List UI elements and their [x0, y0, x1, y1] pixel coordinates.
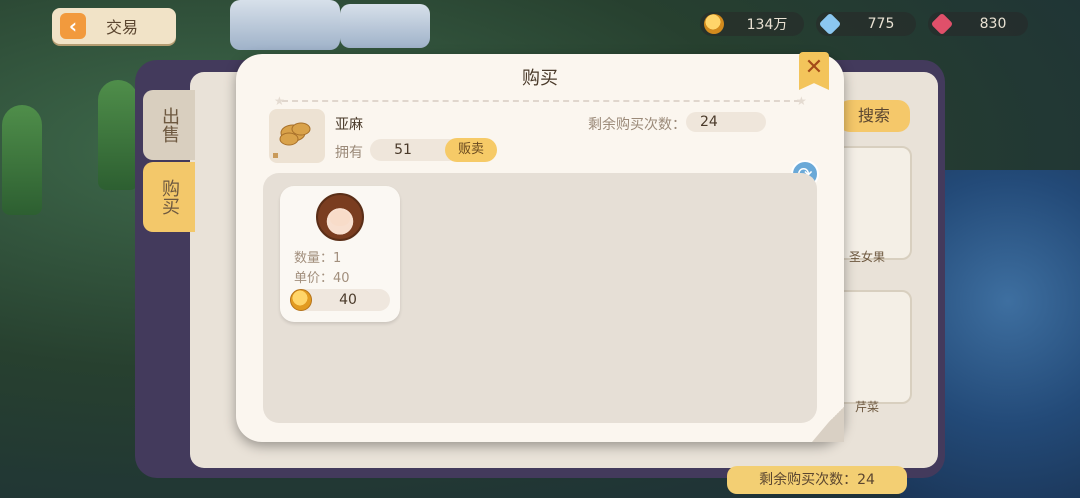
flax-icon — [273, 122, 311, 158]
gem-value: 775 — [867, 16, 895, 32]
back-button[interactable]: ‹ 交易 — [52, 8, 176, 44]
title-divider — [282, 100, 800, 102]
ruby-value: 830 — [979, 16, 1007, 32]
ruby-icon — [930, 12, 954, 36]
listing-unit-price: 单价：40 — [294, 271, 350, 286]
gold-value: 134万 — [746, 17, 788, 33]
gold-counter: 134万 — [700, 12, 804, 36]
background-stall — [340, 4, 430, 48]
tab-sell[interactable]: 出售 — [143, 90, 195, 160]
back-arrow-icon: ‹ — [60, 13, 86, 39]
back-label: 交易 — [106, 18, 139, 37]
background-stall — [230, 0, 340, 50]
diamond-icon — [818, 12, 842, 36]
star-icon: ★ — [796, 94, 807, 108]
owned-label: 拥有 — [335, 145, 363, 161]
tab-buy[interactable]: 购买 — [143, 162, 195, 232]
background-tree — [2, 105, 42, 215]
listing-total-price: 40 — [339, 292, 357, 308]
owned-value: 51 — [394, 142, 412, 158]
star-icon: ★ — [274, 94, 285, 108]
remaining-purchases-label: 剩余购买次数： — [588, 117, 686, 133]
gold-coin-icon — [704, 14, 724, 34]
listing-quantity: 数量：1 — [294, 251, 342, 266]
dialog-title: 购买 — [522, 68, 558, 89]
search-button[interactable]: 搜索 — [838, 100, 910, 132]
gold-coin-icon — [290, 289, 312, 311]
item-thumbnail — [269, 109, 325, 163]
remaining-purchases-value: 24 — [686, 112, 766, 132]
avatar-face — [330, 210, 350, 226]
background-tree — [98, 80, 138, 190]
ruby-counter: 830 — [928, 12, 1028, 36]
gem-counter: 775 — [816, 12, 916, 36]
remaining-purchases-footer: 剩余购买次数：24 — [727, 466, 907, 494]
sell-button[interactable]: 贩卖 — [445, 138, 497, 162]
item-name: 亚麻 — [335, 117, 363, 133]
